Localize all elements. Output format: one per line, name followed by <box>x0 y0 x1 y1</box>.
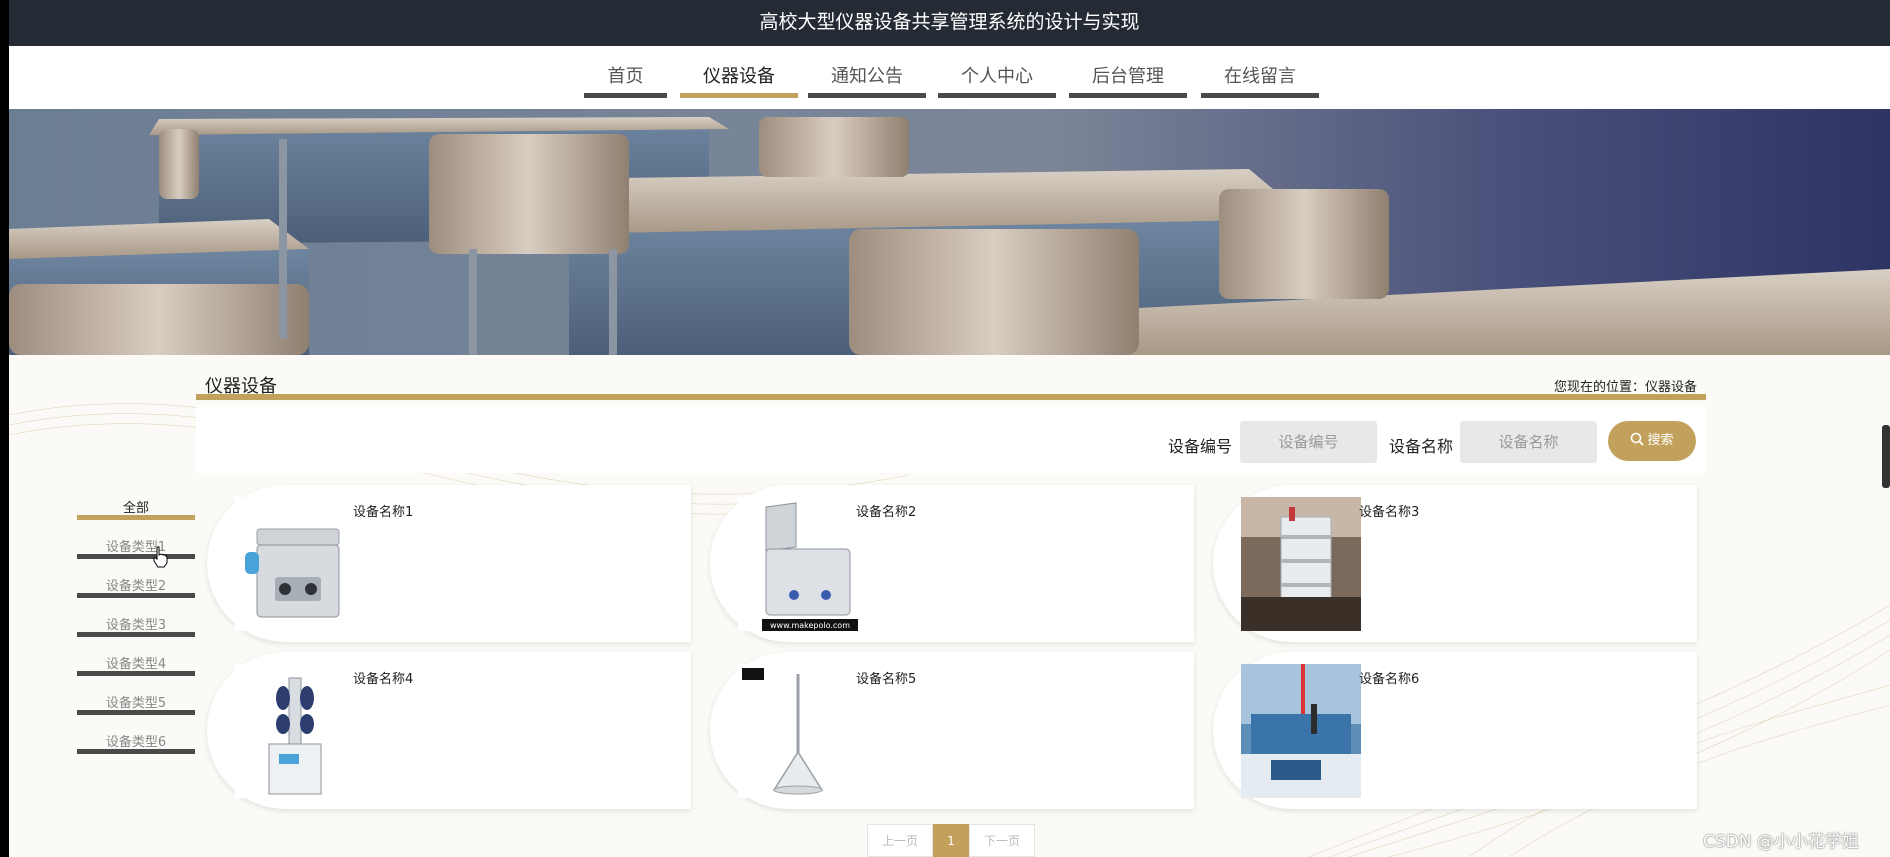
device-card[interactable]: 设备名称4 <box>207 652 691 809</box>
scrollbar[interactable] <box>1882 425 1890 488</box>
category-type-2[interactable]: 设备类型2 <box>77 575 195 598</box>
device-card-name: 设备名称1 <box>353 505 414 520</box>
page-1-button[interactable]: 1 <box>933 824 969 857</box>
content-area: 仪器设备 您现在的位置：仪器设备 设备编号 设备名称 搜索 全部 设备类型1 设… <box>9 355 1890 857</box>
device-card[interactable]: 设备名称1 <box>207 485 691 642</box>
classroom-banner <box>9 109 1890 355</box>
ultrasonic-cleaner-image <box>235 497 355 631</box>
device-card-name: 设备名称6 <box>1359 672 1420 687</box>
hand-cursor-icon <box>153 546 168 568</box>
category-all[interactable]: 全部 <box>77 497 195 520</box>
hplc-instrument-image <box>1241 497 1361 631</box>
laboratory-room-image <box>1241 664 1361 798</box>
device-card[interactable]: 设备名称3 <box>1213 485 1697 642</box>
image-caption: www.makepolo.com <box>770 621 850 630</box>
search-button[interactable]: 搜索 <box>1608 421 1696 461</box>
device-card-name: 设备名称5 <box>856 672 917 687</box>
device-card[interactable]: 设备名称5 <box>710 652 1194 809</box>
category-type-4[interactable]: 设备类型4 <box>77 653 195 676</box>
device-card[interactable]: 设备名称6 <box>1213 652 1697 809</box>
nav-profile[interactable]: 个人中心 <box>938 56 1056 98</box>
category-type-1[interactable]: 设备类型1 <box>77 536 195 559</box>
device-code-input[interactable] <box>1240 421 1377 463</box>
category-type-3[interactable]: 设备类型3 <box>77 614 195 637</box>
prev-page-button[interactable]: 上一页 <box>867 824 933 857</box>
page: 高校大型仪器设备共享管理系统的设计与实现 首页 仪器设备 通知公告 个人中心 后… <box>9 0 1890 857</box>
nav-notices[interactable]: 通知公告 <box>808 56 926 98</box>
section-divider <box>196 394 1706 400</box>
device-card-name: 设备名称3 <box>1359 505 1420 520</box>
ultrasonic-tank-image: www.makepolo.com <box>738 497 858 631</box>
classroom-banner-image <box>9 109 1890 355</box>
site-header: 高校大型仪器设备共享管理系统的设计与实现 <box>9 0 1890 46</box>
freeze-dryer-image <box>235 664 355 798</box>
nav-home[interactable]: 首页 <box>584 56 667 98</box>
search-icon <box>1631 432 1645 446</box>
device-code-label: 设备编号 <box>1168 437 1233 456</box>
next-page-button[interactable]: 下一页 <box>969 824 1035 857</box>
site-title: 高校大型仪器设备共享管理系统的设计与实现 <box>759 11 1140 33</box>
nav-admin[interactable]: 后台管理 <box>1069 56 1187 98</box>
device-card-name: 设备名称4 <box>353 672 414 687</box>
main-nav: 首页 仪器设备 通知公告 个人中心 后台管理 在线留言 <box>9 46 1890 109</box>
device-card[interactable]: www.makepolo.com 设备名称2 <box>710 485 1194 642</box>
device-name-input[interactable] <box>1460 421 1597 463</box>
breadcrumb: 您现在的位置：仪器设备 <box>1553 380 1697 395</box>
category-type-6[interactable]: 设备类型6 <box>77 731 195 754</box>
device-name-label: 设备名称 <box>1389 437 1454 456</box>
search-button-label: 搜索 <box>1647 433 1674 448</box>
nav-instruments[interactable]: 仪器设备 <box>680 56 798 98</box>
device-card-name: 设备名称2 <box>856 505 917 520</box>
category-type-5[interactable]: 设备类型5 <box>77 692 195 715</box>
nav-messages[interactable]: 在线留言 <box>1201 56 1319 98</box>
watermark: CSDN @小小花学姐 <box>1703 832 1859 852</box>
glass-funnel-image <box>738 664 858 798</box>
